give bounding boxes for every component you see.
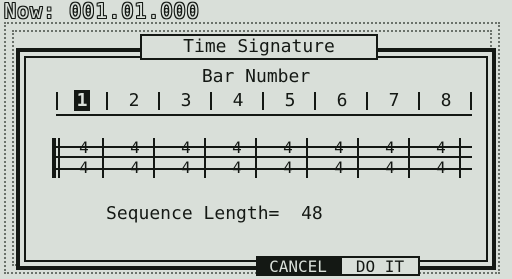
cancel-button[interactable]: CANCEL bbox=[256, 256, 340, 276]
bar-number-8[interactable]: 8 bbox=[420, 88, 472, 114]
staff-bar-tick bbox=[102, 138, 104, 178]
bar-number-5[interactable]: 5 bbox=[264, 88, 316, 114]
bar-number-text: 1 bbox=[73, 90, 91, 111]
bar-number-text: 6 bbox=[336, 90, 348, 111]
time-signature-3[interactable]: 44 bbox=[166, 138, 206, 178]
ts-numerator: 4 bbox=[181, 138, 191, 157]
staff-bar-tick bbox=[357, 138, 359, 178]
ts-numerator: 4 bbox=[334, 138, 344, 157]
ts-numerator: 4 bbox=[385, 138, 395, 157]
time-signature-5[interactable]: 44 bbox=[268, 138, 308, 178]
bar-number-underline bbox=[56, 114, 472, 116]
bar-number-2[interactable]: 2 bbox=[108, 88, 160, 114]
sequence-length-value[interactable]: 48 bbox=[301, 203, 323, 224]
staff-double-bar-thick bbox=[52, 138, 56, 178]
staff-bar-tick bbox=[306, 138, 308, 178]
staff-bar-tick bbox=[255, 138, 257, 178]
bar-separator bbox=[470, 92, 472, 110]
time-signature-1[interactable]: 44 bbox=[64, 138, 104, 178]
bar-number-selector[interactable]: 1 2 3 4 5 6 7 8 bbox=[56, 88, 472, 114]
ts-numerator: 4 bbox=[232, 138, 242, 157]
ts-denominator: 4 bbox=[130, 158, 140, 177]
sequence-length-row: Sequence Length= 48 bbox=[106, 202, 426, 226]
bar-number-text: 2 bbox=[128, 90, 140, 111]
bar-number-7[interactable]: 7 bbox=[368, 88, 420, 114]
ts-denominator: 4 bbox=[79, 158, 89, 177]
time-signature-8[interactable]: 44 bbox=[421, 138, 461, 178]
bar-number-text: 8 bbox=[440, 90, 452, 111]
ts-numerator: 4 bbox=[79, 138, 89, 157]
time-signature-6[interactable]: 44 bbox=[319, 138, 359, 178]
ts-denominator: 4 bbox=[436, 158, 446, 177]
ts-numerator: 4 bbox=[283, 138, 293, 157]
sequence-length-label: Sequence Length= bbox=[106, 203, 280, 224]
time-signature-staff: 4444444444444444 bbox=[52, 138, 474, 178]
now-position: Now: 001.01.000 bbox=[4, 0, 200, 23]
bar-number-6[interactable]: 6 bbox=[316, 88, 368, 114]
lcd-screen: Now: 001.01.000 Time Signature Bar Numbe… bbox=[0, 0, 512, 279]
bar-number-3[interactable]: 3 bbox=[160, 88, 212, 114]
bar-number-text: 3 bbox=[180, 90, 192, 111]
staff-bar-tick bbox=[204, 138, 206, 178]
ts-numerator: 4 bbox=[436, 138, 446, 157]
bar-number-4[interactable]: 4 bbox=[212, 88, 264, 114]
staff-double-bar-thin bbox=[58, 138, 60, 178]
staff-bar-tick bbox=[153, 138, 155, 178]
bar-number-text: 5 bbox=[284, 90, 296, 111]
ts-numerator: 4 bbox=[130, 138, 140, 157]
staff-bar-tick bbox=[408, 138, 410, 178]
time-signature-4[interactable]: 44 bbox=[217, 138, 257, 178]
time-signature-2[interactable]: 44 bbox=[115, 138, 155, 178]
do-it-button[interactable]: DO IT bbox=[340, 256, 420, 276]
time-signature-7[interactable]: 44 bbox=[370, 138, 410, 178]
bar-number-label: Bar Number bbox=[201, 66, 311, 87]
bar-number-1[interactable]: 1 bbox=[56, 88, 108, 114]
dialog-title: Time Signature bbox=[140, 34, 378, 60]
ts-denominator: 4 bbox=[385, 158, 395, 177]
bar-number-text: 7 bbox=[388, 90, 400, 111]
ts-denominator: 4 bbox=[181, 158, 191, 177]
staff-bar-tick bbox=[459, 138, 461, 178]
ts-denominator: 4 bbox=[283, 158, 293, 177]
ts-denominator: 4 bbox=[232, 158, 242, 177]
bar-number-text: 4 bbox=[232, 90, 244, 111]
ts-denominator: 4 bbox=[334, 158, 344, 177]
